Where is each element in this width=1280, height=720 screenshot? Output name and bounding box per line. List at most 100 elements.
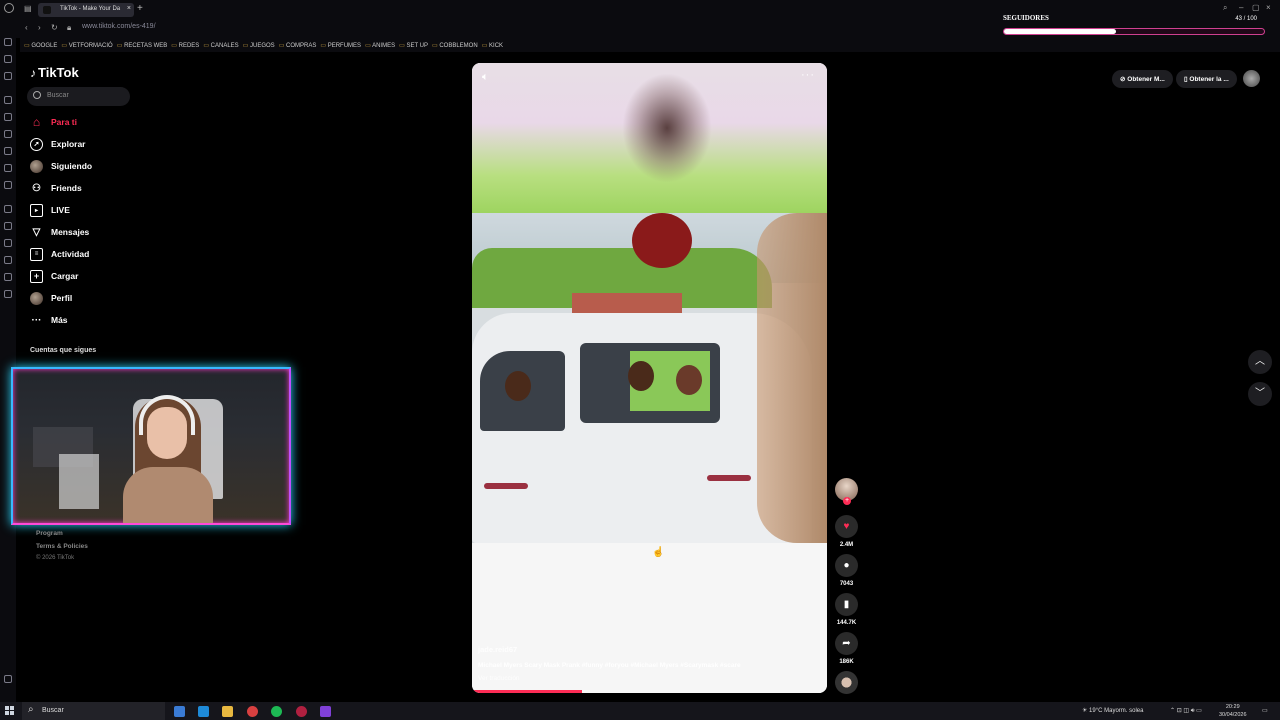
video-player[interactable]: 🔈︎ ··· jade.reid67 Michael Myers Scary M…	[472, 63, 827, 693]
share-action[interactable]: ➦ 186K	[835, 632, 858, 665]
close-window-icon[interactable]: ×	[1266, 3, 1271, 12]
follow-plus-icon[interactable]: +	[843, 497, 851, 505]
get-coins-button[interactable]: ⊘ Obtener M...	[1112, 70, 1173, 88]
bookmark-google[interactable]: GOOGLE	[24, 38, 57, 52]
video-username[interactable]: jade.reid67	[478, 645, 517, 654]
instagram-icon[interactable]	[4, 147, 12, 155]
file-explorer-icon[interactable]	[222, 706, 233, 717]
weather-widget[interactable]: ☀ 19°C Mayorm. solea	[1082, 707, 1143, 714]
webcam-overlay	[11, 367, 291, 525]
sidebar-item-friends[interactable]: ⚇ Friends	[30, 181, 82, 195]
search-tabs-icon[interactable]: ⌕	[1223, 3, 1227, 13]
search-input[interactable]: Buscar	[27, 87, 130, 106]
heart-icon[interactable]: ♥	[835, 515, 858, 538]
more-icon: ···	[31, 314, 42, 326]
bookmark-kick[interactable]: KICK	[482, 38, 503, 52]
mute-toggle-icon[interactable]: 🔈︎	[482, 71, 489, 84]
bookmark-compras[interactable]: COMPRAS	[279, 38, 316, 52]
tabs-icon[interactable]: ▤	[24, 4, 32, 13]
taskbar-search-input[interactable]: Buscar	[22, 702, 165, 720]
sidebar-item-explorar[interactable]: ➚ Explorar	[30, 137, 86, 151]
url-field[interactable]: www.tiktok.com/es-419/	[82, 23, 156, 30]
bookmark-icon[interactable]: ▮	[835, 593, 858, 616]
back-icon[interactable]: ‹	[25, 23, 28, 32]
bookmark-juegos[interactable]: JUEGOS	[243, 38, 275, 52]
more-options-icon[interactable]: ···	[801, 69, 815, 81]
next-video-button[interactable]: ﹀	[1248, 382, 1272, 406]
sidebar-item-label: Actividad	[51, 249, 90, 259]
obs-icon[interactable]	[296, 706, 307, 717]
close-tab-icon[interactable]: ×	[127, 5, 131, 12]
task-view-icon[interactable]	[174, 706, 185, 717]
save-action[interactable]: ▮ 144.7K	[835, 593, 858, 626]
footer-terms-link[interactable]: Terms & Policies	[36, 543, 88, 550]
comment-icon[interactable]: ●	[835, 554, 858, 577]
minimize-icon[interactable]: –	[1239, 3, 1243, 12]
tab-tiktok[interactable]: TikTok - Make Your Da ×	[38, 3, 134, 17]
sidebar-toggle-icon[interactable]	[4, 675, 12, 683]
twitch-icon[interactable]	[4, 96, 12, 104]
spotify-icon[interactable]	[271, 706, 282, 717]
previous-video-button[interactable]: ︿	[1248, 350, 1272, 374]
discord-icon[interactable]	[4, 130, 12, 138]
notifications-icon[interactable]: ▭	[1262, 707, 1268, 714]
see-translation-link[interactable]: Ver traducción	[478, 675, 520, 682]
bookmark-set-up[interactable]: SET UP	[399, 38, 428, 52]
settings-icon[interactable]	[4, 290, 12, 298]
bookmark-perfumes[interactable]: PERFUMES	[320, 38, 361, 52]
tiktok-note-icon: ♪	[30, 66, 36, 80]
bookmark-redes[interactable]: REDES	[171, 38, 200, 52]
sidebar-item-para-ti[interactable]: ⌂ Para ti	[30, 115, 77, 129]
video-progress-bar[interactable]	[472, 690, 827, 693]
heart-icon[interactable]	[4, 222, 12, 230]
notes-icon[interactable]	[4, 72, 12, 80]
footer-copyright: © 2026 TikTok	[36, 555, 75, 561]
sidebar-item-mensajes[interactable]: ▽ Mensajes	[30, 225, 90, 239]
active-browser-icon[interactable]	[320, 706, 331, 717]
bookmark-vetformacio[interactable]: VETFORMACIÓ	[61, 38, 113, 52]
bookmarks-bar: GOOGLE VETFORMACIÓ RECETAS WEB REDES CAN…	[20, 38, 1280, 52]
share-icon[interactable]	[4, 273, 12, 281]
sidebar-item-cargar[interactable]: + Cargar	[30, 269, 78, 283]
shares-count: 186K	[839, 659, 854, 665]
new-tab-icon[interactable]: +	[137, 3, 143, 14]
tiktok-logo[interactable]: ♪ TikTok	[30, 65, 79, 80]
get-app-button[interactable]: ▯ Obtener la ...	[1176, 70, 1237, 88]
history-alt-icon[interactable]	[4, 239, 12, 247]
like-action[interactable]: ♥ 2.4M	[835, 515, 858, 548]
app-pinned-icon[interactable]	[198, 706, 209, 717]
bookmark-cobblemon[interactable]: COBBLEMON	[432, 38, 477, 52]
x-icon[interactable]	[4, 181, 12, 189]
sidebar-item-label: Siguiendo	[51, 161, 93, 171]
extensions-icon[interactable]	[4, 55, 12, 63]
tiktok-icon[interactable]	[4, 164, 12, 172]
sidebar-item-perfil[interactable]: Perfil	[30, 291, 72, 305]
bookmark-canales[interactable]: CANALES	[203, 38, 239, 52]
sidebar-item-mas[interactable]: ··· Más	[30, 313, 68, 327]
profile-avatar[interactable]	[1243, 70, 1260, 87]
bookmark-recetas-web[interactable]: RECETAS WEB	[117, 38, 167, 52]
music-disc-icon[interactable]	[835, 671, 858, 694]
windows-start-icon[interactable]	[5, 706, 14, 715]
sidebar-item-live[interactable]: ▸ LIVE	[30, 203, 70, 217]
browser-pinned-icon[interactable]	[247, 706, 258, 717]
maximize-icon[interactable]: ▢	[1252, 3, 1260, 12]
taskbar-clock[interactable]: 20:29 30/04/2026	[1219, 703, 1247, 719]
download-icon[interactable]	[4, 256, 12, 264]
bookmark-animes[interactable]: ANIMES	[365, 38, 395, 52]
sidebar-item-siguiendo[interactable]: Siguiendo	[30, 159, 92, 173]
system-tray-icons[interactable]: ⌃ ⊡ ◫ 🔊︎ ▭	[1170, 707, 1202, 715]
sidebar-item-label: Para ti	[51, 117, 77, 127]
history-icon[interactable]	[4, 38, 12, 46]
whatsapp-icon[interactable]	[4, 113, 12, 121]
sidebar-item-actividad[interactable]: ≡ Actividad	[30, 247, 89, 261]
reload-icon[interactable]: ↻	[51, 23, 58, 32]
footer-program-link[interactable]: Program	[36, 530, 63, 537]
share-arrow-icon[interactable]: ➦	[835, 632, 858, 655]
clock-icon[interactable]	[4, 205, 12, 213]
forward-icon[interactable]: ›	[38, 23, 41, 32]
search-icon	[33, 91, 41, 99]
browser-menu-icon[interactable]	[4, 3, 14, 13]
home-icon: ⌂	[32, 115, 41, 129]
comment-action[interactable]: ● 7043	[835, 554, 858, 587]
